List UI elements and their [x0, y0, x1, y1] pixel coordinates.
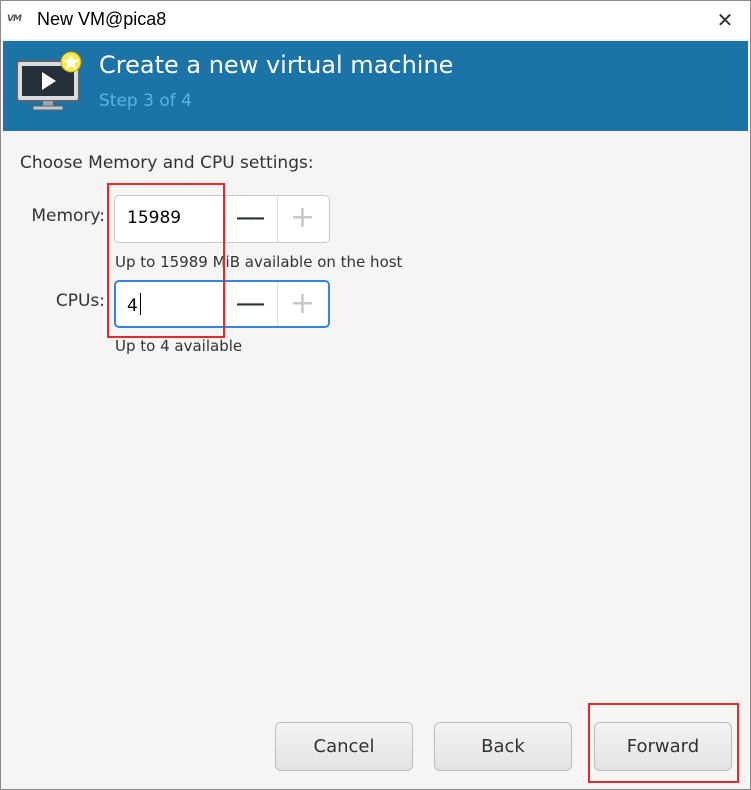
memory-decrement-button[interactable]: — — [225, 196, 275, 242]
wizard-step-indicator: Step 3 of 4 — [99, 91, 192, 111]
wizard-title: Create a new virtual machine — [99, 51, 454, 79]
cancel-button[interactable]: Cancel — [275, 722, 413, 771]
new-vm-window: VM New VM@pica8 ✕ Create a new virtual m… — [0, 0, 751, 790]
wizard-header: Create a new virtual machine Step 3 of 4 — [3, 41, 748, 131]
text-cursor — [139, 293, 141, 315]
back-button[interactable]: Back — [434, 722, 572, 771]
settings-prompt: Choose Memory and CPU settings: — [20, 153, 314, 173]
cpus-input[interactable]: 4 — [127, 293, 141, 316]
cpus-input-value: 4 — [127, 296, 138, 316]
forward-button[interactable]: Forward — [594, 722, 732, 771]
memory-spinbutton: 15989 — + — [114, 195, 330, 243]
memory-input[interactable]: 15989 — [127, 208, 181, 228]
memory-increment-button[interactable]: + — [277, 196, 327, 242]
cpus-spinbutton: 4 — + — [114, 280, 330, 328]
memory-label: Memory: — [31, 206, 105, 226]
app-logo-icon: VM — [7, 14, 22, 24]
cpus-decrement-button[interactable]: — — [225, 282, 275, 326]
close-button[interactable]: ✕ — [712, 7, 738, 33]
title-bar: VM New VM@pica8 ✕ — [1, 1, 750, 39]
cpus-label: CPUs: — [55, 291, 105, 311]
new-vm-icon — [16, 51, 82, 111]
cpus-hint: Up to 4 available — [115, 337, 243, 355]
cpus-increment-button[interactable]: + — [277, 282, 327, 326]
memory-hint: Up to 15989 MiB available on the host — [115, 253, 403, 271]
window-title: New VM@pica8 — [37, 9, 167, 29]
